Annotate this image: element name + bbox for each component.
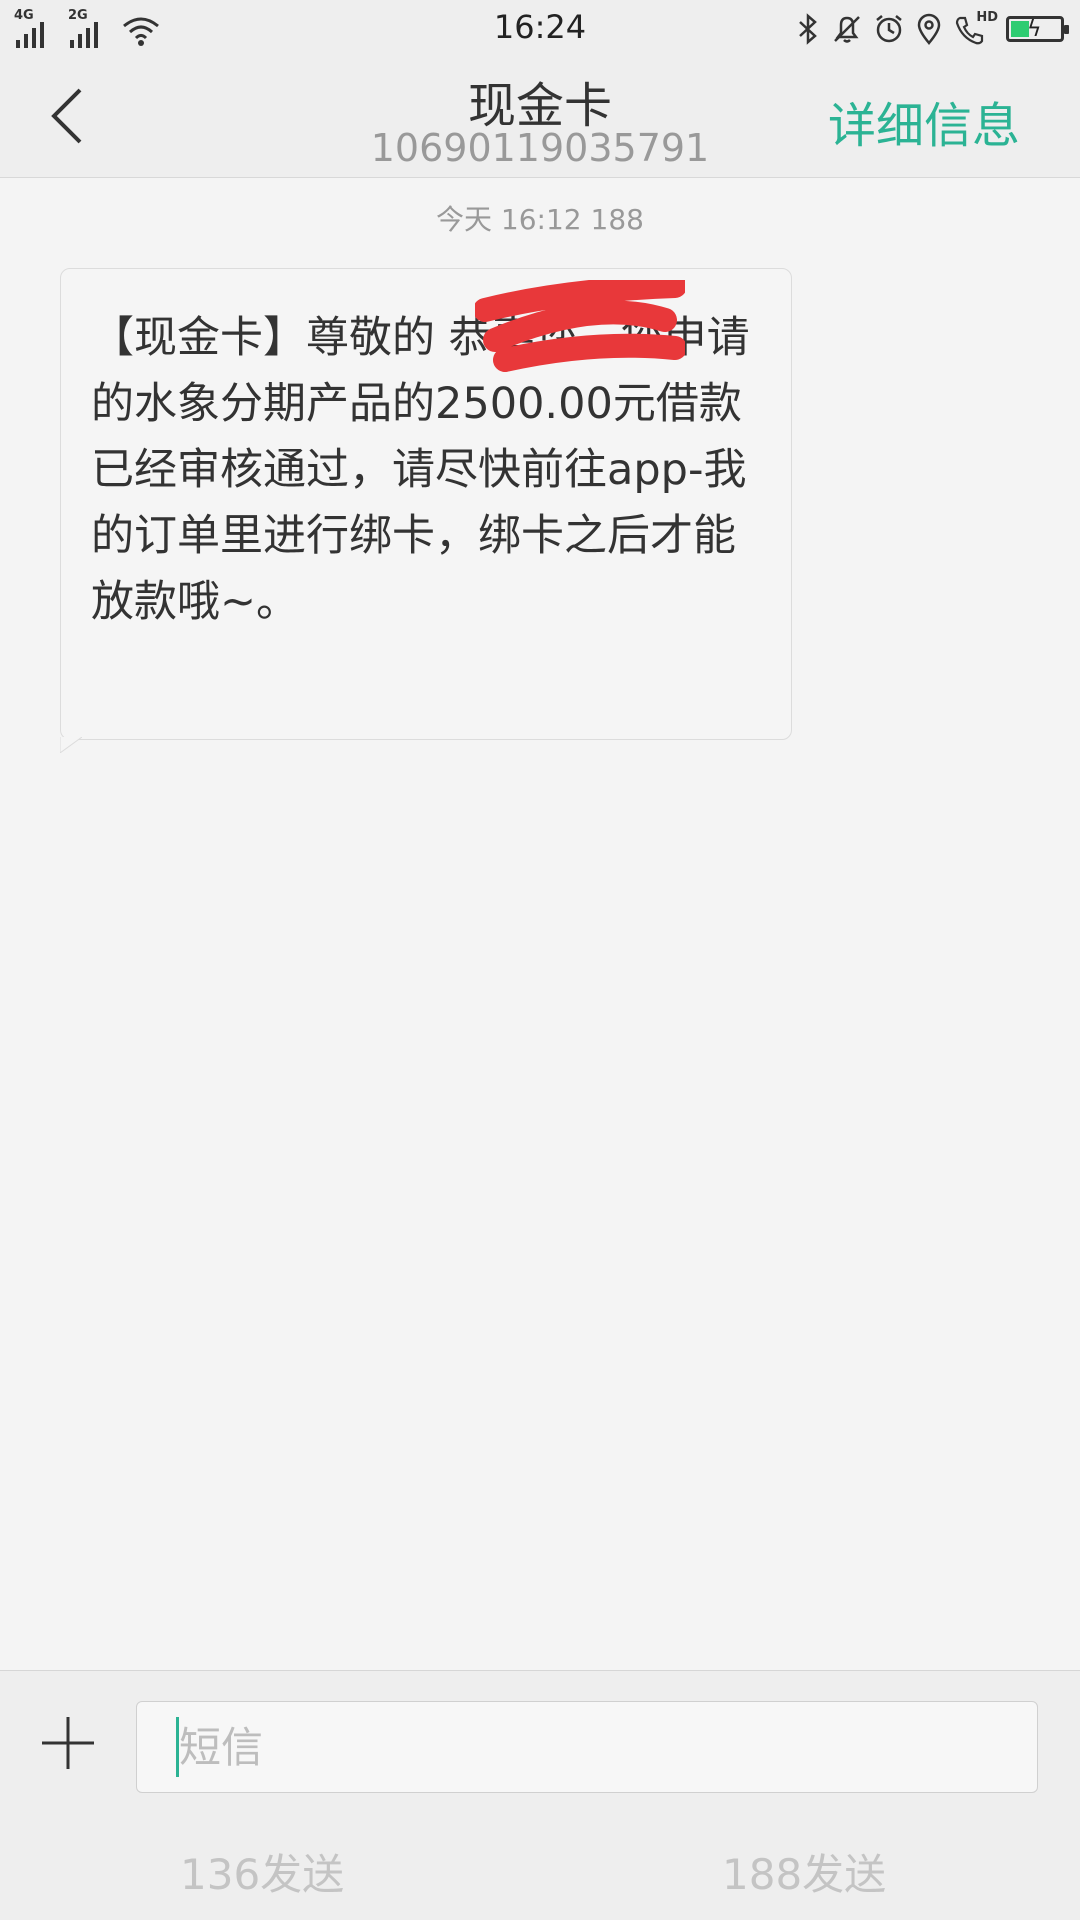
send-via-136-button[interactable]: 136发送: [180, 1841, 344, 1902]
add-attachment-button[interactable]: [40, 1715, 96, 1771]
bluetooth-icon: [799, 13, 817, 45]
hd-label: HD: [976, 10, 998, 25]
battery-charging-icon: ϟ: [1006, 16, 1069, 42]
call-hd-icon: HD: [954, 10, 998, 46]
mute-bell-icon: [834, 16, 860, 43]
conversation-header: 现金卡 10690119035791 详细信息: [0, 58, 1080, 178]
message-timestamp: 今天 16:12 188: [436, 203, 644, 236]
composer-area: 136发送 188发送: [0, 1670, 1080, 1920]
alarm-icon: [876, 15, 902, 43]
redaction-scribble: [475, 280, 685, 372]
text-caret: [176, 1717, 179, 1777]
send-via-188-button[interactable]: 188发送: [722, 1841, 886, 1902]
charging-bolt-icon: ϟ: [1027, 17, 1042, 42]
sms-input[interactable]: [136, 1701, 1038, 1793]
details-button[interactable]: 详细信息: [828, 86, 1020, 156]
bubble-tail: [60, 737, 82, 753]
location-icon: [917, 13, 941, 45]
status-bar: 4G 2G 16:24 HD ϟ: [0, 0, 1080, 58]
sms-conversation-screen: 4G 2G 16:24 HD ϟ 现金卡 10690119035791 详细信息…: [0, 0, 1080, 1920]
status-right: HD ϟ: [796, 10, 1069, 48]
